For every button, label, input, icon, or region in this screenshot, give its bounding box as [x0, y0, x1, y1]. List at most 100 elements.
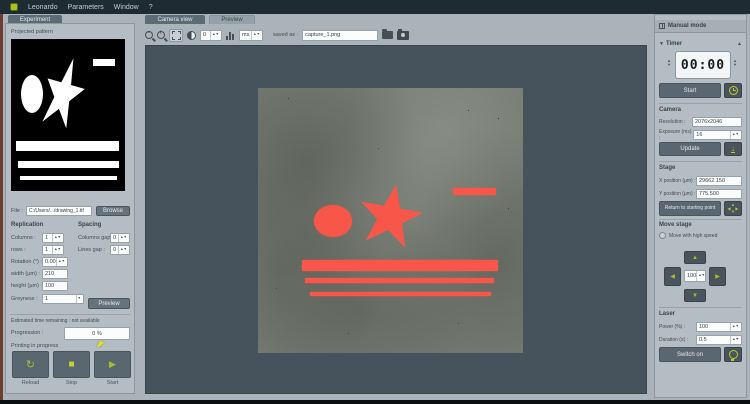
spinner-arrows-icon[interactable]: ▲▼ — [251, 31, 260, 40]
spinner-arrows-icon[interactable]: ▲▼ — [730, 323, 739, 331]
menu-item-window[interactable]: Window — [114, 4, 139, 11]
contrast-icon[interactable] — [187, 31, 196, 40]
menu-bar: Leonardo Parameters Window ? — [0, 0, 750, 14]
move-left-button[interactable]: ◀ — [664, 267, 681, 286]
spinner-arrows-icon[interactable]: ▲▼ — [118, 246, 127, 254]
switch-on-button[interactable]: Switch on — [659, 347, 721, 362]
camera-image[interactable] — [258, 88, 523, 353]
pattern-star — [35, 53, 92, 134]
tab-camera-view[interactable]: Camera view — [145, 15, 205, 24]
red-bar-1 — [302, 260, 498, 271]
rotation-stepper[interactable]: 0.00▲▼ — [42, 257, 68, 267]
laser-bulb-button[interactable] — [724, 347, 742, 362]
red-star — [354, 179, 427, 253]
file-path-field[interactable]: C:/Users/.../drawing_1.tif — [26, 206, 92, 216]
histogram-icon[interactable] — [226, 31, 235, 40]
panel-title: Manual mode — [668, 23, 706, 29]
height-field[interactable]: 100 — [42, 281, 68, 291]
grid-icon — [659, 23, 665, 29]
chevron-down-icon: ▼ — [76, 295, 81, 303]
left-edge-strip — [0, 14, 3, 400]
greyness-dropdown[interactable]: 1▼ — [42, 294, 84, 304]
zoom-level-stepper[interactable]: 0▲▼ — [200, 30, 222, 41]
step-size-stepper[interactable]: 100▲▼ — [684, 270, 706, 282]
collapse-icon[interactable]: ▲ — [737, 41, 742, 47]
lines-gap-stepper[interactable]: 0▲▼ — [110, 245, 130, 255]
width-field[interactable]: 210 — [42, 269, 68, 279]
capture-filename-field[interactable]: capture_1.png — [302, 30, 378, 41]
exposure-stepper[interactable]: ms▲▼ — [239, 30, 263, 41]
mouse-cursor — [97, 341, 107, 351]
duration-label: Duration (s) : — [659, 337, 688, 343]
spinner-arrows-icon[interactable]: ▲▼ — [730, 131, 739, 139]
power-label: Power (%) : — [659, 324, 685, 330]
control-panel: Manual mode ▼ Timer ▲ ▲▼ 00:00 ▲▼ Start … — [654, 14, 747, 398]
reload-caption: Reload — [12, 380, 49, 386]
app-window: Leonardo Parameters Window ? Experiment … — [0, 0, 750, 400]
pattern-label: Projected pattern — [11, 29, 53, 35]
camera-snapshot-icon[interactable] — [397, 31, 409, 40]
move-up-button[interactable]: ▲ — [684, 251, 706, 264]
reload-button[interactable]: ↻ — [12, 351, 49, 378]
timer-start-button[interactable]: Start — [659, 83, 721, 98]
camera-update-icon-button[interactable]: ↓ — [724, 142, 742, 156]
menu-item-app[interactable]: Leonardo — [28, 4, 58, 11]
image-noise — [258, 88, 259, 89]
progression-field[interactable]: 0 % — [64, 327, 130, 340]
spacing-title: Spacing — [78, 222, 101, 228]
timer-clock-button[interactable] — [724, 83, 742, 98]
duration-stepper[interactable]: 0.5▲▼ — [696, 335, 742, 345]
tab-preview[interactable]: Preview — [209, 15, 255, 24]
power-stepper[interactable]: 100▲▼ — [696, 322, 742, 332]
red-ellipse — [314, 205, 352, 237]
roi-toggle-button[interactable] — [169, 29, 183, 42]
pattern-bar-3 — [20, 176, 117, 181]
stop-icon: ■ — [68, 359, 74, 370]
spinner-arrows-icon[interactable]: ▲▼ — [696, 271, 705, 281]
projected-pattern-preview — [11, 39, 125, 191]
high-speed-checkbox[interactable] — [659, 232, 666, 239]
move-down-button[interactable]: ▼ — [684, 289, 706, 302]
zoom-out-icon[interactable]: − — [145, 31, 153, 39]
selection-icon — [172, 31, 181, 40]
divider — [10, 314, 130, 315]
update-button[interactable]: Update — [659, 142, 721, 156]
spinner-arrows-icon[interactable]: ▲▼ — [730, 336, 739, 344]
camera-title: Camera — [659, 107, 681, 113]
reload-icon: ↻ — [26, 358, 35, 371]
printing-status: Printing in progress — [11, 343, 58, 349]
zoom-in-icon[interactable]: + — [157, 31, 165, 39]
start-button[interactable]: ▶ — [94, 351, 131, 378]
time-remaining-status: Estimated time remaining : not available — [11, 318, 100, 324]
spinner-arrows-icon[interactable]: ▲▼ — [210, 31, 219, 40]
red-bar-3 — [310, 292, 491, 296]
timer-right-spinner[interactable]: ▲▼ — [733, 59, 737, 67]
exposure-field[interactable]: 16▲▼ — [693, 130, 742, 140]
play-icon: ▶ — [109, 359, 116, 370]
high-speed-label: Move with high speed — [669, 233, 717, 239]
app-logo-icon — [10, 3, 18, 11]
menu-item-parameters[interactable]: Parameters — [68, 4, 104, 11]
experiment-panel: Projected pattern File : C:/Users/.../dr… — [5, 23, 135, 394]
timer-left-spinner[interactable]: ▲▼ — [667, 59, 671, 67]
stage-move-icon-button[interactable]: ▲▼ ◀▶ — [724, 201, 742, 216]
y-position-field[interactable]: 775.500 — [696, 189, 742, 199]
rotation-label: Rotation (°) : — [11, 259, 42, 265]
return-start-button[interactable]: Return to starting point — [659, 201, 721, 216]
spinner-arrows-icon[interactable]: ▲▼ — [56, 258, 65, 266]
camera-viewport — [145, 45, 647, 394]
caret-down-icon[interactable]: ▼ — [659, 41, 664, 47]
columns-gap-stepper[interactable]: 0▲▼ — [110, 233, 130, 243]
stop-button[interactable]: ■ — [53, 351, 90, 378]
open-folder-icon[interactable] — [382, 31, 393, 39]
browse-button[interactable]: Browse — [96, 206, 130, 216]
progression-label: Progression : — [11, 330, 43, 336]
x-position-field[interactable]: 29662.150 — [696, 176, 742, 186]
move-right-button[interactable]: ▶ — [709, 267, 726, 286]
preview-button[interactable]: Preview — [88, 298, 130, 309]
spinner-arrows-icon[interactable]: ▲▼ — [118, 234, 127, 242]
menu-item-help[interactable]: ? — [149, 4, 153, 11]
saved-as-label: saved as : — [273, 32, 298, 38]
laser-title: Laser — [659, 311, 675, 317]
pattern-bar-1 — [16, 141, 120, 152]
